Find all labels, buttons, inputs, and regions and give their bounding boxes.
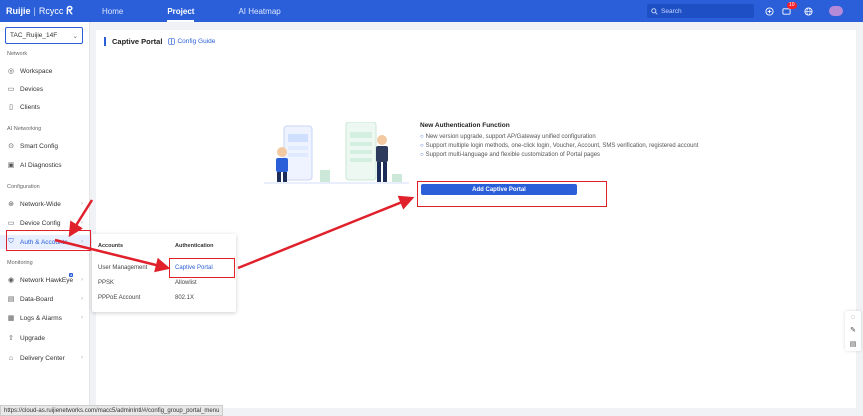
sidebar-item-network-wide[interactable]: ⊛ Network-Wide › bbox=[0, 197, 90, 211]
main-content: Captive Portal Config Guide New Authenti… bbox=[96, 30, 856, 408]
upgrade-icon: ⇧ bbox=[8, 335, 14, 342]
sidebar-item-label: Devices bbox=[20, 85, 44, 93]
menu-item-ppsk[interactable]: PPSK bbox=[98, 280, 114, 286]
config-guide-link[interactable]: Config Guide bbox=[168, 38, 215, 45]
clipboard-icon[interactable]: ▤ bbox=[850, 340, 857, 348]
sidebar-item-ai-diagnostics[interactable]: ▣ AI Diagnostics bbox=[0, 158, 90, 172]
clients-icon: ▯ bbox=[9, 104, 13, 111]
sidebar-item-label: Smart Config bbox=[20, 142, 58, 150]
sidebar-item-label: AI Diagnostics bbox=[20, 161, 62, 169]
sidebar-item-network-hawkeye[interactable]: ◉ Network HawkEye ● › bbox=[0, 273, 90, 287]
sidebar-item-data-board[interactable]: ▤ Data-Board › bbox=[0, 292, 90, 306]
sidebar-item-label: Data-Board bbox=[20, 295, 54, 303]
sidebar-item-label: Clients bbox=[20, 103, 40, 111]
chevron-right-icon: › bbox=[81, 296, 83, 302]
smart-config-icon: ⊙ bbox=[8, 143, 14, 150]
page-title: Captive Portal bbox=[112, 37, 163, 46]
menu-item-802-1x[interactable]: 802.1X bbox=[175, 295, 194, 301]
sidebar-item-devices[interactable]: ▭ Devices bbox=[0, 82, 90, 96]
floating-toolbar: ◌ ✎ ▤ bbox=[845, 311, 861, 351]
workspace-icon: ◎ bbox=[7, 68, 15, 75]
search-icon bbox=[651, 7, 658, 15]
devices-icon: ▭ bbox=[7, 86, 15, 93]
info-panel: New Authentication Function ○ New version… bbox=[420, 122, 700, 160]
menu-item-user-management[interactable]: User Management bbox=[98, 265, 147, 271]
logo-brand-text: Ruijie bbox=[6, 6, 31, 16]
tab-ai-heatmap[interactable]: AI Heatmap bbox=[216, 0, 302, 22]
info-line: ○ New version upgrade, support AP/Gateway… bbox=[420, 134, 596, 140]
sidebar-item-label: Workspace bbox=[20, 67, 53, 75]
sidebar-item-label: Device Config bbox=[20, 219, 61, 227]
chevron-right-icon: › bbox=[81, 277, 83, 283]
logs-icon: ▦ bbox=[7, 315, 15, 322]
sidebar-item-label: Upgrade bbox=[20, 334, 45, 342]
sidebar-item-label: Network-Wide bbox=[20, 200, 61, 208]
menu-item-pppoe-account[interactable]: PPPoE Account bbox=[98, 295, 140, 301]
chevron-right-icon: › bbox=[81, 220, 83, 226]
info-title: New Authentication Function bbox=[420, 122, 510, 129]
sidebar-item-upgrade[interactable]: ⇧ Upgrade bbox=[0, 331, 90, 345]
chevron-right-icon: › bbox=[81, 315, 83, 321]
delivery-center-icon: ⌂ bbox=[8, 354, 14, 362]
sidebar-item-label: Logs & Alarms bbox=[20, 314, 62, 322]
network-wide-icon: ⊛ bbox=[8, 201, 14, 208]
chevron-right-icon: › bbox=[81, 201, 83, 207]
hawkeye-icon: ◉ bbox=[7, 277, 15, 284]
chevron-right-icon: › bbox=[81, 355, 83, 361]
sidebar-item-label: Network HawkEye bbox=[20, 276, 74, 284]
section-network: Network bbox=[7, 51, 28, 57]
browser-status-url: https://cloud-as.ruijienetworks.com/macc… bbox=[0, 405, 224, 416]
highlight-captive-portal bbox=[169, 258, 235, 278]
globe-icon[interactable] bbox=[801, 4, 815, 18]
logo-sub-text: Rcycc bbox=[38, 6, 64, 16]
title-accent bbox=[104, 37, 106, 46]
book-icon bbox=[168, 38, 176, 45]
section-ai-networking: AI Networking bbox=[7, 126, 42, 132]
chat-icon[interactable]: ◌ bbox=[851, 314, 855, 321]
ai-diagnostics-icon: ▣ bbox=[7, 162, 15, 169]
captive-portal-illustration bbox=[264, 122, 409, 184]
sidebar-item-delivery-center[interactable]: ⌂ Delivery Center › bbox=[0, 351, 90, 365]
accounts-header: Accounts bbox=[98, 243, 124, 249]
chevron-down-icon: ⌄ bbox=[72, 32, 78, 40]
top-navigation-bar: Ruijie | Rcycc ᖇ Home Project AI Heatmap… bbox=[0, 0, 863, 22]
data-board-icon: ▤ bbox=[7, 296, 15, 303]
section-monitoring: Monitoring bbox=[7, 260, 33, 266]
add-icon[interactable] bbox=[762, 4, 776, 18]
new-tag-badge: ● bbox=[69, 273, 74, 277]
brand-logo[interactable]: Ruijie | Rcycc ᖇ bbox=[0, 5, 80, 18]
sidebar: TAC_Ruijie_14F ⌄ Network ◎ Workspace ▭ D… bbox=[0, 22, 90, 416]
project-select-value: TAC_Ruijie_14F bbox=[10, 32, 58, 39]
sidebar-item-clients[interactable]: ▯ Clients bbox=[0, 100, 90, 114]
sidebar-item-smart-config[interactable]: ⊙ Smart Config bbox=[0, 139, 90, 153]
search-input[interactable]: Search bbox=[647, 4, 754, 18]
tab-home[interactable]: Home bbox=[80, 0, 145, 22]
highlight-auth-accounts bbox=[6, 230, 91, 251]
device-config-icon: ▭ bbox=[7, 220, 15, 227]
search-placeholder: Search bbox=[661, 7, 682, 15]
section-configuration: Configuration bbox=[7, 184, 40, 190]
highlight-add-button bbox=[417, 181, 607, 207]
sidebar-item-logs-alarms[interactable]: ▦ Logs & Alarms › bbox=[0, 311, 90, 325]
info-line: ○ Support multiple login methods, one-cli… bbox=[420, 143, 699, 149]
avatar[interactable] bbox=[829, 6, 843, 16]
sidebar-item-device-config[interactable]: ▭ Device Config › bbox=[0, 216, 90, 230]
menu-item-allowlist[interactable]: Allowlist bbox=[175, 280, 197, 286]
edit-icon[interactable]: ✎ bbox=[850, 326, 856, 334]
notification-badge: 10 bbox=[787, 2, 797, 9]
logo-mark-icon: ᖇ bbox=[66, 4, 73, 17]
sidebar-item-workspace[interactable]: ◎ Workspace bbox=[0, 64, 90, 78]
tab-project[interactable]: Project bbox=[145, 0, 216, 22]
authentication-header: Authentication bbox=[175, 243, 214, 249]
page-header: Captive Portal Config Guide bbox=[104, 37, 215, 46]
sidebar-item-label: Delivery Center bbox=[20, 354, 65, 362]
project-select[interactable]: TAC_Ruijie_14F ⌄ bbox=[5, 27, 83, 44]
info-line: ○ Support multi-language and flexible cus… bbox=[420, 152, 601, 158]
